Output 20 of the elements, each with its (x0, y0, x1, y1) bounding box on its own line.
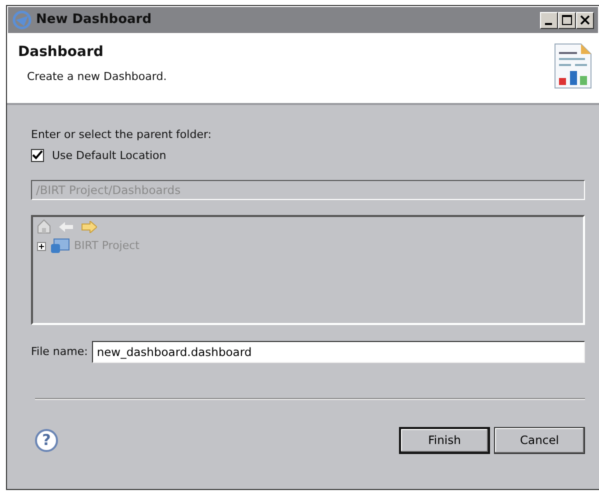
app-icon (12, 10, 32, 30)
window-title: New Dashboard (36, 11, 152, 30)
file-name-field[interactable]: new_dashboard.dashboard (92, 341, 585, 363)
default-button[interactable]: Finish (399, 427, 490, 454)
use-default-checkbox[interactable] (31, 149, 44, 162)
file-name-label: File name: (31, 344, 88, 360)
page-description: Create a new Dashboard. (27, 69, 167, 85)
checkbox-label: Use Default Location (52, 148, 166, 164)
dashboard-icon (553, 42, 593, 90)
help-button[interactable]: ? (35, 429, 58, 452)
folder-label: Enter or select the parent folder: (31, 127, 212, 143)
minimize-button[interactable] (540, 12, 558, 28)
close-button[interactable] (576, 12, 594, 28)
page-title: Dashboard (18, 43, 104, 62)
close-icon (580, 15, 590, 25)
minimize-icon (544, 22, 552, 24)
maximize-button[interactable] (558, 12, 576, 28)
dialog-button[interactable]: Cancel (494, 427, 585, 454)
project-icon (50, 238, 70, 254)
maximize-icon (562, 15, 572, 25)
